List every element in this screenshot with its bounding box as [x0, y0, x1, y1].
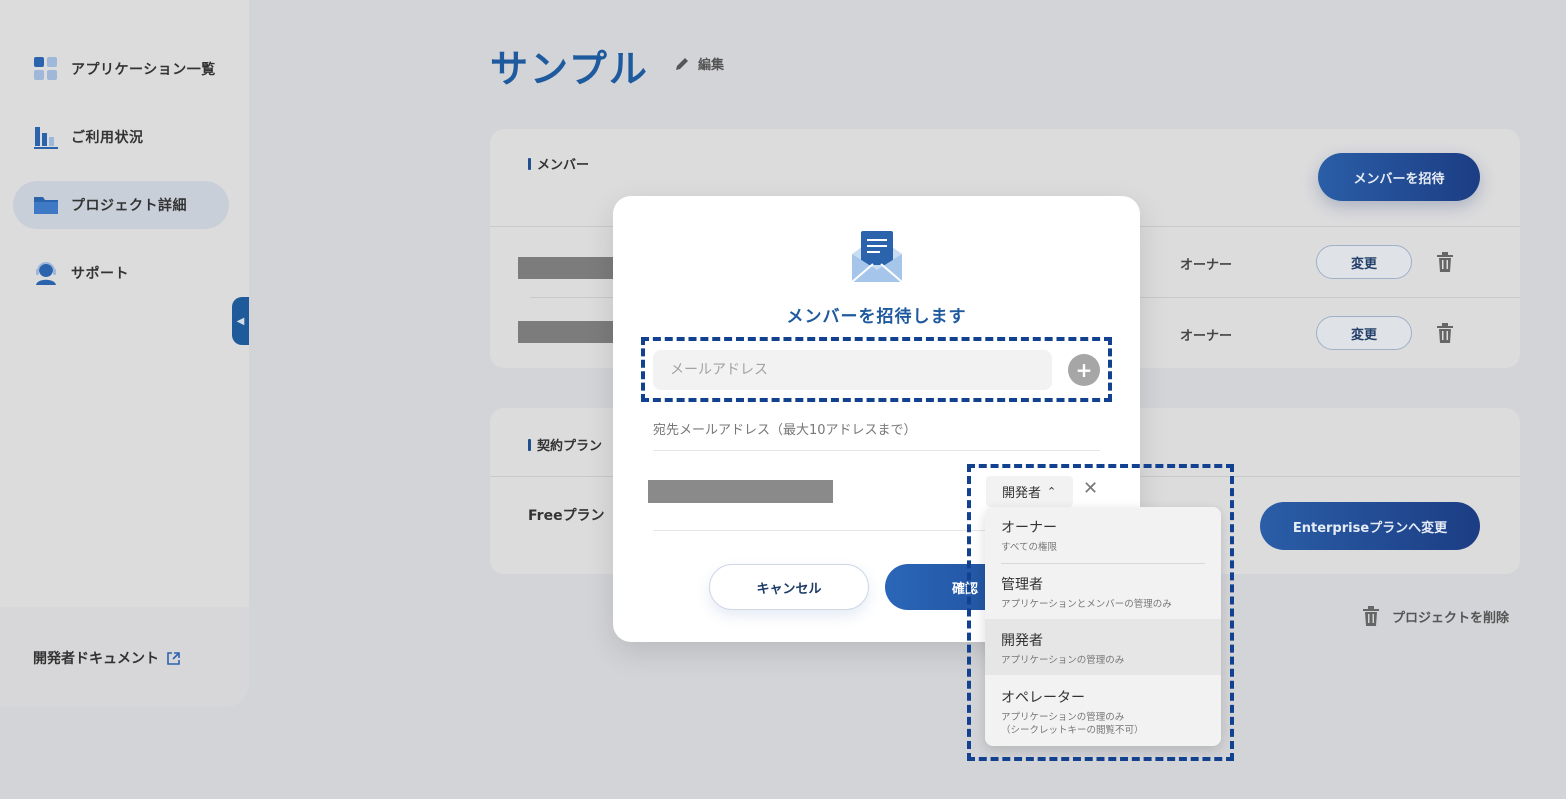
sidebar: アプリケーション一覧 ご利用状況 プロジェクト詳細 サポート 開発者ドキュメント: [0, 0, 249, 707]
redacted-invitee-email: [648, 480, 833, 503]
change-role-button[interactable]: 変更: [1316, 245, 1412, 279]
modal-title: メンバーを招待します: [786, 307, 967, 327]
cancel-button[interactable]: キャンセル: [709, 564, 869, 610]
bar-chart-icon: [33, 124, 59, 150]
change-role-button[interactable]: 変更: [1316, 316, 1412, 350]
delete-project-label: プロジェクトを削除: [1392, 610, 1510, 626]
email-helper-text: 宛先メールアドレス（最大10アドレスまで）: [653, 423, 917, 438]
folder-icon: [33, 192, 59, 218]
sidebar-item-label: アプリケーション一覧: [71, 62, 216, 78]
pencil-icon: [676, 57, 688, 70]
sidebar-item-label: サポート: [71, 266, 129, 282]
current-plan: Freeプラン: [528, 508, 605, 524]
external-link-icon: [167, 651, 180, 665]
member-role: オーナー: [1180, 258, 1233, 273]
grid-icon: [33, 56, 59, 82]
highlight-role-dropdown: [967, 464, 1234, 761]
members-section-title: メンバー: [528, 154, 589, 173]
redacted-member-name: [518, 257, 616, 279]
trash-icon[interactable]: [1436, 323, 1454, 343]
page-title: サンプル: [490, 47, 649, 91]
plan-section-title: 契約プラン: [528, 435, 602, 454]
add-email-button[interactable]: +: [1068, 354, 1100, 386]
trash-icon: [1363, 606, 1379, 626]
email-input[interactable]: [653, 350, 1052, 390]
developer-docs-label: 開発者ドキュメント: [33, 651, 159, 667]
headset-icon: [33, 260, 59, 286]
sidebar-item-label: プロジェクト詳細: [71, 198, 187, 214]
edit-label: 編集: [698, 58, 725, 73]
member-role: オーナー: [1180, 329, 1233, 344]
envelope-icon: [851, 231, 903, 283]
developer-docs-link[interactable]: 開発者ドキュメント: [33, 648, 180, 668]
chevron-left-icon: ◀: [236, 315, 245, 327]
trash-icon[interactable]: [1436, 252, 1454, 272]
sidebar-item-label: ご利用状況: [71, 130, 144, 146]
sidebar-item-project-details[interactable]: プロジェクト詳細: [13, 181, 229, 229]
sidebar-item-usage[interactable]: ご利用状況: [13, 113, 229, 161]
edit-title-button[interactable]: 編集: [674, 54, 724, 73]
sidebar-collapse-toggle[interactable]: ◀: [232, 297, 249, 345]
plus-icon: +: [1075, 358, 1093, 382]
sidebar-item-support[interactable]: サポート: [13, 249, 229, 297]
redacted-member-name: [518, 321, 616, 343]
upgrade-plan-button[interactable]: Enterpriseプランへ変更: [1260, 502, 1480, 550]
sidebar-item-applications[interactable]: アプリケーション一覧: [13, 45, 229, 93]
delete-project-button[interactable]: プロジェクトを削除: [1362, 606, 1509, 626]
invite-member-button[interactable]: メンバーを招待: [1318, 153, 1480, 201]
